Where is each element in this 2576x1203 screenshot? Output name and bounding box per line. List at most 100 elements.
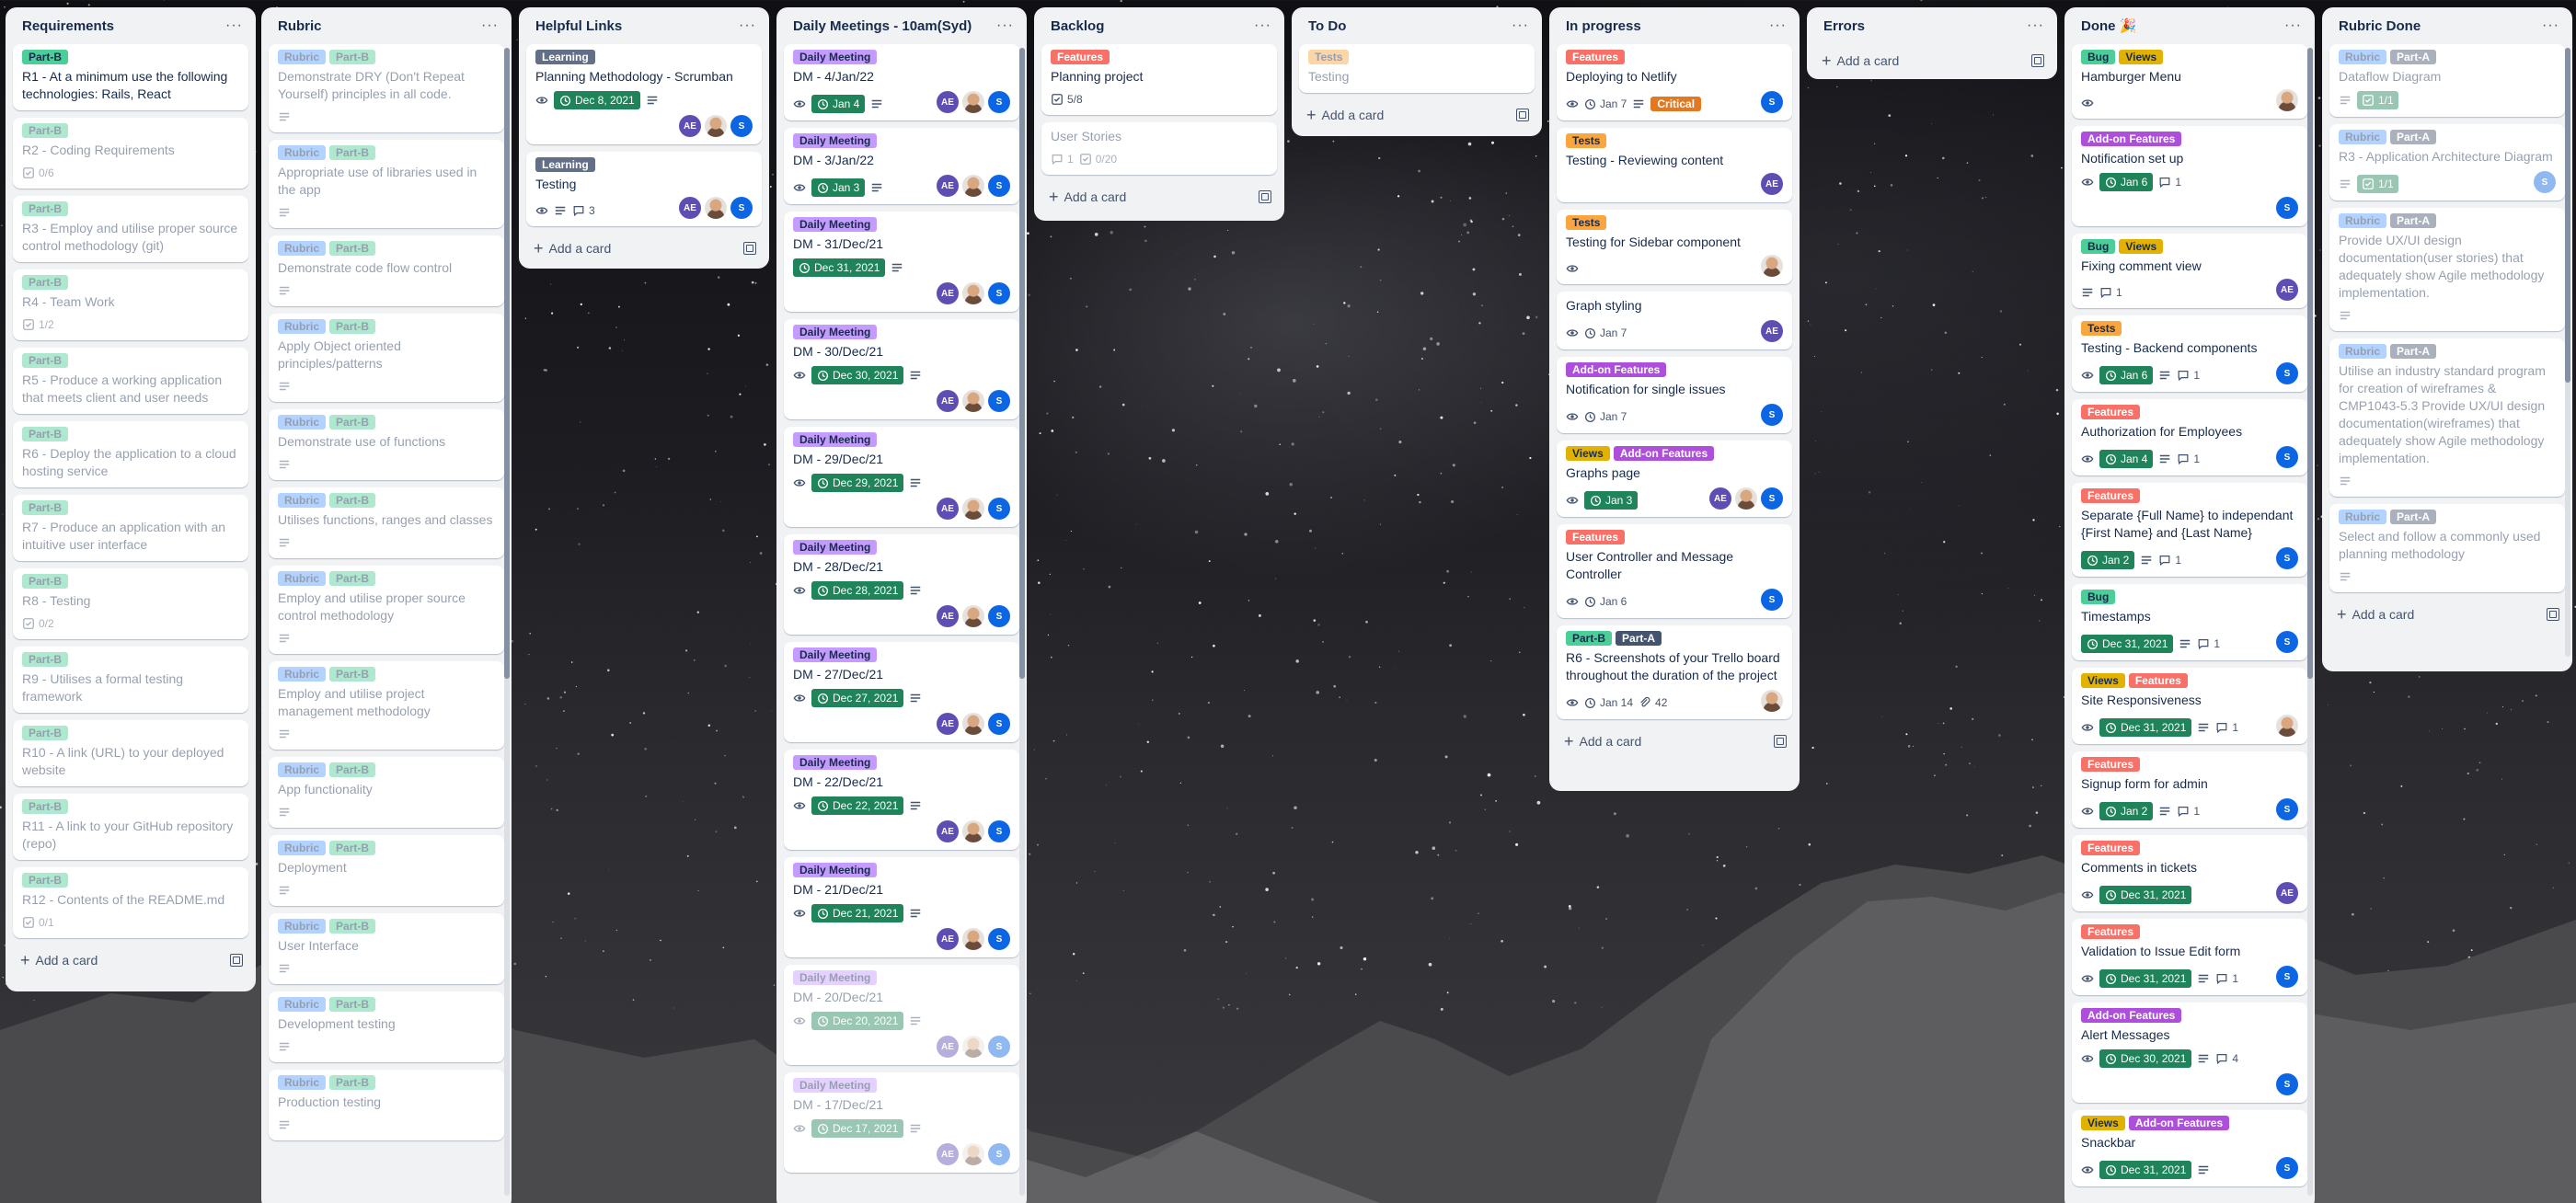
- add-card-button[interactable]: + Add a card: [2329, 598, 2565, 631]
- due-date-badge[interactable]: Jan 2: [2081, 551, 2135, 569]
- list-title[interactable]: Daily Meetings - 10am(Syd): [793, 18, 972, 34]
- card-label[interactable]: Tests: [1308, 50, 1350, 64]
- add-card-button[interactable]: + Add a card: [1041, 180, 1277, 213]
- card-label[interactable]: Part-B: [22, 574, 69, 589]
- card-label[interactable]: Learning: [535, 157, 595, 172]
- member-avatar-ae[interactable]: AE: [937, 1143, 959, 1165]
- list-scrollbar-thumb[interactable]: [2307, 48, 2313, 679]
- due-date-badge[interactable]: Jan 14: [1584, 693, 1633, 712]
- member-avatar-ae[interactable]: AE: [937, 91, 959, 113]
- due-date-badge[interactable]: Jan 4: [2099, 450, 2154, 468]
- card[interactable]: Add-on Features Notification for single i…: [1557, 357, 1792, 433]
- member-avatar-ae[interactable]: AE: [937, 390, 959, 412]
- list-title[interactable]: In progress: [1566, 18, 1641, 34]
- card-label[interactable]: Rubric: [2339, 344, 2387, 359]
- due-date-badge[interactable]: Dec 22, 2021: [811, 796, 904, 815]
- member-avatar-photo[interactable]: [1761, 255, 1783, 277]
- card-label[interactable]: Part-B: [22, 123, 69, 138]
- card-label[interactable]: Features: [2081, 924, 2141, 939]
- card-label[interactable]: Part-A: [2390, 130, 2437, 144]
- card[interactable]: Bug Timestamps Dec 31, 2021 1 S: [2072, 584, 2307, 660]
- member-avatar-ae[interactable]: AE: [937, 1036, 959, 1058]
- card-label[interactable]: Add-on Features: [1613, 446, 1715, 461]
- member-avatar-photo[interactable]: [962, 713, 984, 735]
- card-template-icon[interactable]: [230, 954, 243, 967]
- list-title[interactable]: Backlog: [1051, 18, 1104, 34]
- due-date-badge[interactable]: Dec 8, 2021: [554, 91, 640, 109]
- add-card-button[interactable]: + Add a card: [526, 232, 762, 265]
- card[interactable]: Rubric Part-A Provide UX/UI design documen…: [2329, 208, 2565, 331]
- card-label[interactable]: Rubric: [2339, 510, 2387, 524]
- card[interactable]: Features Authorization for Employees Jan 4…: [2072, 399, 2307, 475]
- member-avatar-photo[interactable]: [705, 197, 727, 219]
- list-title[interactable]: Requirements: [22, 18, 114, 34]
- card-label[interactable]: Daily Meeting: [793, 133, 878, 148]
- card[interactable]: Part-B R9 - Utilises a formal testing fra…: [13, 647, 248, 713]
- due-date-badge[interactable]: Dec 20, 2021: [811, 1012, 904, 1030]
- card-label[interactable]: Part-A: [1616, 631, 1662, 646]
- card[interactable]: Bug Views Hamburger Menu: [2072, 44, 2307, 119]
- due-date-badge[interactable]: Jan 6: [1584, 592, 1627, 611]
- card[interactable]: Daily Meeting DM - 27/Dec/21 Dec 27, 2021 A…: [784, 642, 1019, 742]
- member-avatar-ae[interactable]: AE: [937, 282, 959, 304]
- list-title[interactable]: Errors: [1823, 18, 1865, 34]
- card-label[interactable]: Views: [2119, 239, 2164, 254]
- member-avatar-s[interactable]: S: [2276, 798, 2298, 820]
- member-avatar-photo[interactable]: [2276, 715, 2298, 737]
- card-label[interactable]: Views: [2081, 1116, 2125, 1130]
- list-scrollbar-thumb[interactable]: [2565, 48, 2570, 383]
- card[interactable]: Add-on Features Alert Messages Dec 30, 202…: [2072, 1002, 2307, 1103]
- card-label[interactable]: Features: [2081, 841, 2141, 855]
- card[interactable]: Features Separate {Full Name} to independ…: [2072, 483, 2307, 577]
- list-scrollbar-thumb[interactable]: [504, 48, 510, 679]
- list-scrollbar[interactable]: [2307, 48, 2313, 1196]
- card[interactable]: Tests Testing - Backend components Jan 6 1 S: [2072, 315, 2307, 392]
- card-template-icon[interactable]: [1259, 190, 1271, 203]
- member-avatar-ae[interactable]: AE: [1709, 487, 1731, 510]
- card[interactable]: Features Planning project 5/8: [1041, 44, 1277, 115]
- member-avatar-s[interactable]: S: [988, 1036, 1010, 1058]
- card-label[interactable]: Part-B: [329, 493, 376, 508]
- card[interactable]: Views Add-on Features Snackbar Dec 31, 2021…: [2072, 1110, 2307, 1186]
- member-avatar-photo[interactable]: [1761, 690, 1783, 712]
- card-label[interactable]: Part-B: [329, 319, 376, 334]
- card[interactable]: User Stories 1 0/20: [1041, 122, 1277, 175]
- card[interactable]: Rubric Part-A Utilise an industry standard…: [2329, 338, 2565, 497]
- list-scrollbar-thumb[interactable]: [1019, 48, 1025, 679]
- card[interactable]: Features Validation to Issue Edit form Dec…: [2072, 919, 2307, 995]
- due-date-badge[interactable]: Dec 21, 2021: [811, 904, 904, 922]
- card-label[interactable]: Rubric: [278, 319, 327, 334]
- card-label[interactable]: Rubric: [278, 415, 327, 430]
- card[interactable]: Features Comments in tickets Dec 31, 2021 A…: [2072, 835, 2307, 911]
- card-label[interactable]: Part-B: [329, 841, 376, 855]
- card[interactable]: Rubric Part-B Apply Object oriented princi…: [269, 314, 504, 402]
- card[interactable]: Daily Meeting DM - 21/Dec/21 Dec 21, 2021 A…: [784, 857, 1019, 957]
- due-date-badge[interactable]: Dec 17, 2021: [811, 1119, 904, 1138]
- card-label[interactable]: Daily Meeting: [793, 1078, 878, 1093]
- member-avatar-photo[interactable]: [962, 605, 984, 627]
- due-date-badge[interactable]: Jan 3: [811, 178, 866, 197]
- list-menu-button[interactable]: ···: [996, 17, 1014, 34]
- card-label[interactable]: Add-on Features: [2128, 1116, 2230, 1130]
- card-label[interactable]: Rubric: [278, 241, 327, 256]
- card-label[interactable]: Add-on Features: [2081, 1008, 2182, 1023]
- member-avatar-photo[interactable]: [962, 498, 984, 520]
- card[interactable]: Features Signup form for admin Jan 2 1 S: [2072, 751, 2307, 828]
- member-avatar-s[interactable]: S: [988, 498, 1010, 520]
- card-label[interactable]: Rubric: [2339, 130, 2387, 144]
- due-date-badge[interactable]: Dec 30, 2021: [811, 366, 904, 384]
- due-date-badge[interactable]: Dec 31, 2021: [2099, 969, 2192, 988]
- card-label[interactable]: Part-A: [2390, 213, 2437, 228]
- due-date-badge[interactable]: Jan 7: [1584, 407, 1627, 426]
- card[interactable]: Rubric Part-A R3 - Application Architectur…: [2329, 124, 2565, 200]
- card-template-icon[interactable]: [743, 242, 756, 255]
- member-avatar-ae[interactable]: AE: [1761, 173, 1783, 195]
- card-label[interactable]: Bug: [2081, 239, 2116, 254]
- card[interactable]: Rubric Part-B Demonstrate use of functions: [269, 409, 504, 480]
- card[interactable]: Part-B Part-A R6 - Screenshots of your Tre…: [1557, 625, 1792, 719]
- card-label[interactable]: Part-B: [22, 427, 69, 441]
- member-avatar-s[interactable]: S: [988, 91, 1010, 113]
- list-menu-button[interactable]: ···: [1769, 17, 1787, 34]
- member-avatar-ae[interactable]: AE: [937, 175, 959, 197]
- card-label[interactable]: Rubric: [2339, 50, 2387, 64]
